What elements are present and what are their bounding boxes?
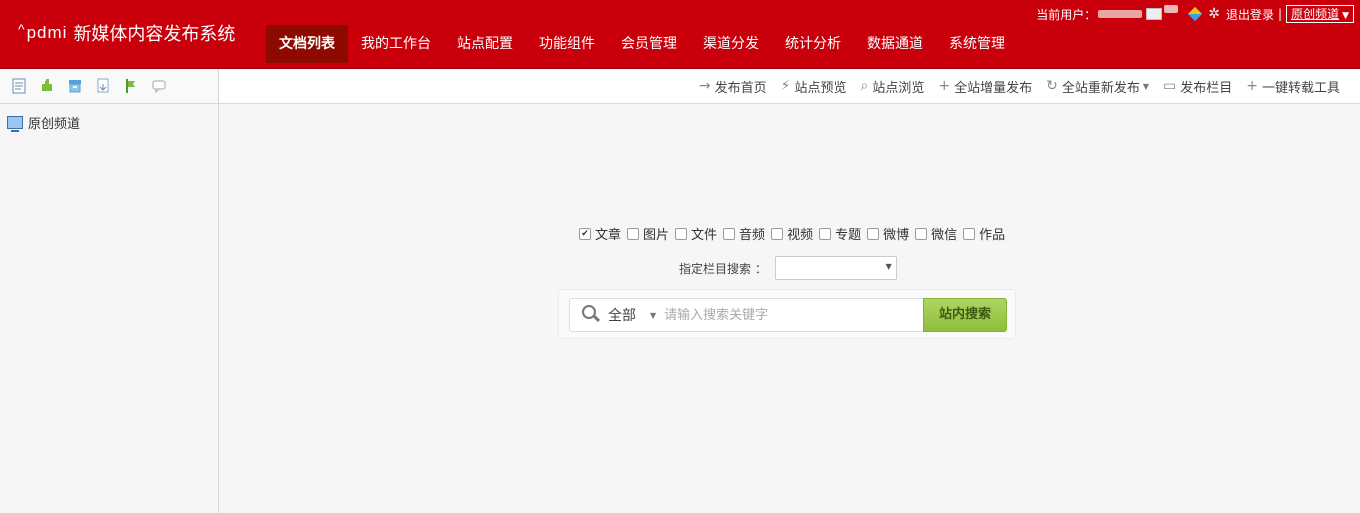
site-browse-button[interactable]: ⌕ 站点浏览 — [860, 77, 924, 96]
search-panel: 全部 ▼ 站内搜索 — [558, 289, 1016, 339]
search-scope-select[interactable]: 全部 — [608, 305, 636, 325]
checkbox[interactable]: ✔ — [579, 227, 591, 240]
column-select[interactable] — [774, 256, 897, 280]
import-icon[interactable] — [94, 77, 112, 95]
user-name-redacted — [1098, 10, 1143, 18]
mail-icon[interactable] — [1146, 8, 1163, 20]
app-grid-icon[interactable] — [1188, 6, 1203, 22]
arrow-right-icon: → — [698, 78, 711, 94]
checkbox[interactable] — [963, 227, 976, 240]
current-user-label: 当前用户： — [1036, 7, 1097, 22]
nav-item-documents[interactable]: 文档列表 — [266, 25, 348, 63]
system-title: 新媒体内容发布系统 — [73, 24, 236, 45]
type-topic-checkbox[interactable]: 专题 — [819, 224, 861, 243]
nav-item-components[interactable]: 功能组件 — [526, 25, 608, 63]
nav-item-statistics[interactable]: 统计分析 — [772, 25, 854, 63]
plus-icon: + — [938, 78, 951, 94]
pdmi-logo: ^pdmi — [18, 21, 68, 42]
plus-icon: + — [1246, 78, 1258, 94]
checkbox[interactable] — [819, 227, 832, 240]
repost-tool-button[interactable]: + 一键转载工具 — [1246, 77, 1340, 96]
main-nav: 文档列表 我的工作台 站点配置 功能组件 会员管理 渠道分发 统计分析 数据通道… — [266, 25, 1018, 63]
site-search-button[interactable]: 站内搜索 — [923, 298, 1007, 332]
left-toolbar — [0, 69, 218, 104]
logo: ^pdmi 新媒体内容发布系统 — [18, 18, 235, 48]
type-weibo-checkbox[interactable]: 微博 — [867, 224, 909, 243]
comment-icon[interactable] — [150, 77, 168, 95]
column-search-label: 指定栏目搜索 ： — [679, 261, 767, 276]
publish-toolbar: → 发布首页 ⚡ 站点预览 ⌕ 站点浏览 + 全站增量发布 ↻ 全站重新发布 ▼ ▭ 发布栏目… — [219, 69, 1360, 104]
gear-icon[interactable]: ✲ — [1208, 6, 1220, 22]
tree-item-original-channel[interactable]: 原创频道 — [7, 113, 218, 132]
publish-column-button[interactable]: ▭ 发布栏目 — [1163, 77, 1232, 96]
checkbox[interactable] — [867, 227, 880, 240]
full-republish-button[interactable]: ↻ 全站重新发布 ▼ — [1046, 77, 1149, 96]
logout-link[interactable]: 退出登录 — [1226, 6, 1274, 23]
monitor-icon — [7, 116, 23, 132]
flag-icon[interactable] — [122, 77, 140, 95]
left-panel: 原创频道 — [0, 69, 219, 513]
user-bar: 当前用户： ✲ 退出登录 | 原创频道 ▼ — [1036, 5, 1354, 23]
chevron-down-icon: ▼ — [1142, 81, 1149, 91]
search-icon: ⌕ — [860, 78, 869, 94]
checkbox[interactable] — [627, 227, 640, 240]
nav-item-workbench[interactable]: 我的工作台 — [348, 25, 444, 63]
checkbox[interactable] — [723, 227, 736, 240]
incremental-publish-button[interactable]: + 全站增量发布 — [938, 77, 1032, 96]
channel-select[interactable]: 原创频道 ▼ — [1286, 5, 1354, 23]
nav-item-site-config[interactable]: 站点配置 — [444, 25, 526, 63]
nav-item-system[interactable]: 系统管理 — [936, 25, 1018, 63]
publish-home-button[interactable]: → 发布首页 — [699, 77, 767, 96]
lightning-icon: ⚡ — [780, 78, 791, 94]
type-work-checkbox[interactable]: 作品 — [963, 224, 1005, 243]
content-type-filters: ✔ 文章 图片 文件 音频 视频 专题 微博 微信 作品 — [579, 224, 1011, 243]
checkbox[interactable] — [771, 227, 784, 240]
type-image-checkbox[interactable]: 图片 — [627, 224, 669, 243]
site-preview-button[interactable]: ⚡ 站点预览 — [781, 77, 847, 96]
nav-item-members[interactable]: 会员管理 — [608, 25, 690, 63]
chevron-down-icon[interactable]: ▼ — [650, 311, 656, 320]
checkbox[interactable] — [675, 227, 688, 240]
search-input[interactable] — [662, 306, 913, 324]
archive-icon[interactable] — [66, 77, 84, 95]
type-file-checkbox[interactable]: 文件 — [675, 224, 717, 243]
type-article-checkbox[interactable]: ✔ 文章 — [579, 224, 621, 243]
type-video-checkbox[interactable]: 视频 — [771, 224, 813, 243]
refresh-icon: ↻ — [1046, 78, 1058, 94]
top-header: ^pdmi 新媒体内容发布系统 文档列表 我的工作台 站点配置 功能组件 会员管… — [0, 0, 1360, 69]
type-audio-checkbox[interactable]: 音频 — [723, 224, 765, 243]
new-document-icon[interactable] — [10, 77, 28, 95]
separator: | — [1278, 7, 1283, 21]
tree-item-label: 原创频道 — [28, 117, 81, 132]
type-wechat-checkbox[interactable]: 微信 — [915, 224, 957, 243]
plugin-icon[interactable] — [38, 77, 56, 95]
chevron-down-icon: ▼ — [1342, 11, 1349, 21]
message-badge — [1164, 5, 1179, 13]
search-box: 全部 ▼ 站内搜索 — [569, 298, 1007, 332]
folder-icon: ▭ — [1163, 78, 1177, 94]
main-area: → 发布首页 ⚡ 站点预览 ⌕ 站点浏览 + 全站增量发布 ↻ 全站重新发布 ▼ ▭ 发布栏目… — [219, 69, 1360, 513]
nav-item-distribution[interactable]: 渠道分发 — [690, 25, 772, 63]
search-icon — [582, 305, 602, 325]
checkbox[interactable] — [915, 227, 928, 240]
nav-item-data-channel[interactable]: 数据通道 — [854, 25, 936, 63]
column-search-row: 指定栏目搜索 ： — [679, 256, 897, 280]
